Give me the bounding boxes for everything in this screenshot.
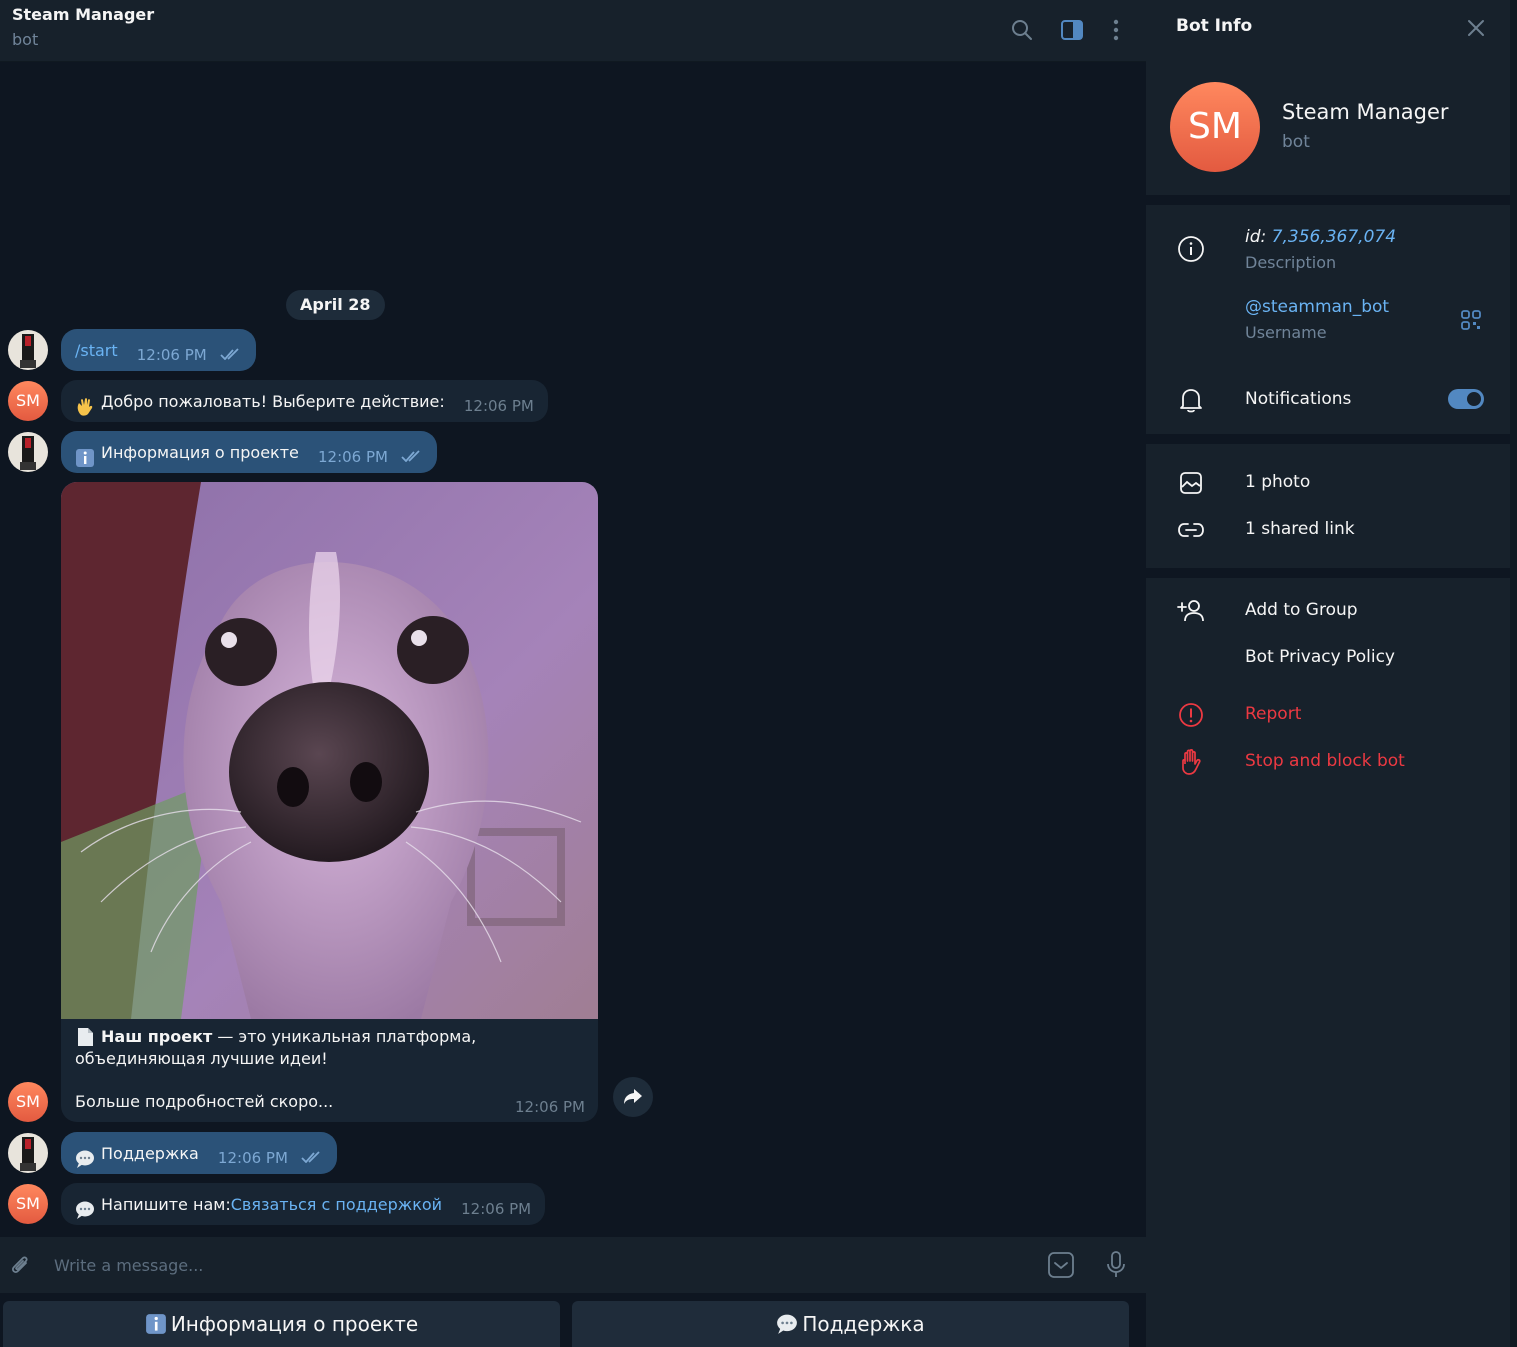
bot-keyboard-icon[interactable] bbox=[1045, 1249, 1077, 1281]
chat-title[interactable]: Steam Manager bbox=[12, 5, 154, 24]
panel-title: Bot Info bbox=[1176, 16, 1253, 36]
bot-info-panel: Bot Info SM Steam Manager bot id: 7,356,… bbox=[1146, 0, 1510, 1347]
chat-area: Steam Manager bot April 28 /start 12:06 … bbox=[0, 0, 1146, 1347]
information-icon bbox=[75, 442, 95, 467]
message-text: Информация о проекте bbox=[101, 442, 299, 462]
message-time: 12:06 PM bbox=[515, 1098, 585, 1116]
link-icon bbox=[1176, 515, 1206, 545]
dog-photo[interactable] bbox=[61, 482, 598, 1019]
speech-bubble-icon bbox=[75, 1143, 95, 1168]
message-list[interactable]: April 28 /start 12:06 PM SM Добро пожало… bbox=[0, 62, 1146, 1237]
bot-avatar[interactable]: SM bbox=[8, 1082, 48, 1122]
section-divider bbox=[1146, 195, 1510, 205]
add-user-icon bbox=[1176, 596, 1206, 626]
profile-name: Steam Manager bbox=[1282, 100, 1449, 124]
close-icon[interactable] bbox=[1462, 14, 1490, 42]
keyboard-button-info[interactable]: Информация о проекте bbox=[3, 1301, 560, 1347]
message-time: 12:06 PM bbox=[136, 345, 207, 364]
photo-icon bbox=[1176, 468, 1206, 498]
message-composer bbox=[0, 1237, 1146, 1293]
id-label: id: bbox=[1245, 227, 1267, 247]
bot-avatar[interactable]: SM bbox=[8, 381, 48, 421]
username-link[interactable]: @steamman_bot bbox=[1245, 297, 1389, 317]
section-divider bbox=[1146, 434, 1510, 444]
keyboard-button-support[interactable]: Поддержка bbox=[572, 1301, 1129, 1347]
section-divider bbox=[1146, 568, 1510, 578]
message-text: Напишите нам: bbox=[101, 1194, 231, 1214]
shared-links[interactable]: 1 shared link bbox=[1245, 519, 1355, 539]
user-avatar[interactable] bbox=[8, 1133, 48, 1173]
message-bubble-in[interactable]: Добро пожаловать! Выберите действие: 12:… bbox=[61, 380, 548, 422]
keyboard-button-label: Поддержка bbox=[802, 1312, 925, 1336]
forward-button[interactable] bbox=[613, 1077, 653, 1117]
caption-more: Больше подробностей скоро... bbox=[75, 1092, 334, 1111]
date-separator: April 28 bbox=[286, 290, 385, 320]
add-to-group-button[interactable]: Add to Group bbox=[1245, 600, 1358, 620]
read-check-icon bbox=[220, 334, 242, 376]
privacy-policy-button[interactable]: Bot Privacy Policy bbox=[1245, 647, 1395, 667]
message-text: Добро пожаловать! Выберите действие: bbox=[101, 391, 445, 411]
keyboard-button-label: Информация о проекте bbox=[170, 1312, 419, 1336]
bot-avatar[interactable]: SM bbox=[8, 1184, 48, 1224]
message-time: 12:06 PM bbox=[463, 396, 534, 415]
message-input[interactable] bbox=[54, 1251, 1014, 1279]
message-bubble-in[interactable]: Напишите нам: Связаться с поддержкой 12:… bbox=[61, 1183, 546, 1226]
info-icon bbox=[1176, 234, 1206, 264]
read-check-icon bbox=[301, 1137, 323, 1179]
bot-keyboard: Информация о проекте Поддержка bbox=[0, 1293, 1146, 1347]
read-check-icon bbox=[401, 436, 423, 478]
chat-header[interactable]: Steam Manager bot bbox=[0, 0, 1146, 62]
report-button[interactable]: Report bbox=[1245, 704, 1301, 724]
user-avatar[interactable] bbox=[8, 330, 48, 370]
notifications-label: Notifications bbox=[1245, 389, 1352, 409]
photos-link[interactable]: 1 photo bbox=[1245, 472, 1310, 492]
toggle-knob bbox=[1465, 390, 1483, 408]
user-avatar[interactable] bbox=[8, 432, 48, 472]
message-bubble-out[interactable]: Поддержка 12:06 PM bbox=[61, 1132, 337, 1174]
attach-icon[interactable] bbox=[4, 1249, 36, 1281]
forward-icon bbox=[624, 1089, 642, 1104]
message-bubble-out[interactable]: Информация о проекте 12:06 PM bbox=[61, 431, 438, 473]
waving-hand-icon bbox=[75, 391, 95, 416]
bot-id[interactable]: id: 7,356,367,074 bbox=[1245, 227, 1396, 247]
stop-hand-icon bbox=[1176, 747, 1206, 777]
notifications-toggle[interactable] bbox=[1448, 389, 1484, 409]
panel-scrollbar[interactable] bbox=[1510, 0, 1517, 1347]
stop-and-block-button[interactable]: Stop and block bot bbox=[1245, 751, 1405, 771]
information-icon bbox=[145, 1313, 166, 1334]
photo-message[interactable]: Наш проект — это уникальная платформа, о… bbox=[61, 482, 598, 1122]
search-icon[interactable] bbox=[1006, 14, 1038, 46]
page-icon bbox=[75, 1027, 95, 1047]
support-link[interactable]: Связаться с поддержкой bbox=[231, 1184, 442, 1226]
microphone-icon[interactable] bbox=[1100, 1249, 1132, 1281]
more-menu-icon[interactable] bbox=[1100, 14, 1132, 46]
message-time: 12:06 PM bbox=[461, 1199, 532, 1218]
description-label: Description bbox=[1245, 253, 1337, 272]
profile-kind: bot bbox=[1282, 132, 1310, 152]
message-text: Поддержка bbox=[101, 1143, 199, 1163]
sidebar-toggle-icon[interactable] bbox=[1056, 14, 1088, 46]
username-label: Username bbox=[1245, 323, 1327, 342]
report-icon bbox=[1176, 700, 1206, 730]
id-value[interactable]: 7,356,367,074 bbox=[1272, 227, 1396, 247]
command-link[interactable]: /start bbox=[75, 330, 118, 372]
caption-bold: Наш проект bbox=[101, 1027, 213, 1046]
photo-caption: Наш проект — это уникальная платформа, о… bbox=[75, 1026, 585, 1070]
message-time: 12:06 PM bbox=[217, 1148, 288, 1167]
speech-bubble-icon bbox=[75, 1194, 95, 1219]
bell-icon bbox=[1176, 385, 1206, 415]
app-window: Steam Manager bot April 28 /start 12:06 … bbox=[0, 0, 1517, 1347]
message-bubble-out[interactable]: /start 12:06 PM bbox=[61, 329, 256, 371]
message-time: 12:06 PM bbox=[317, 447, 388, 466]
chat-subtitle: bot bbox=[12, 30, 39, 49]
speech-bubble-icon bbox=[776, 1313, 798, 1334]
qr-code-icon[interactable] bbox=[1456, 305, 1486, 335]
profile-avatar[interactable]: SM bbox=[1170, 82, 1260, 172]
